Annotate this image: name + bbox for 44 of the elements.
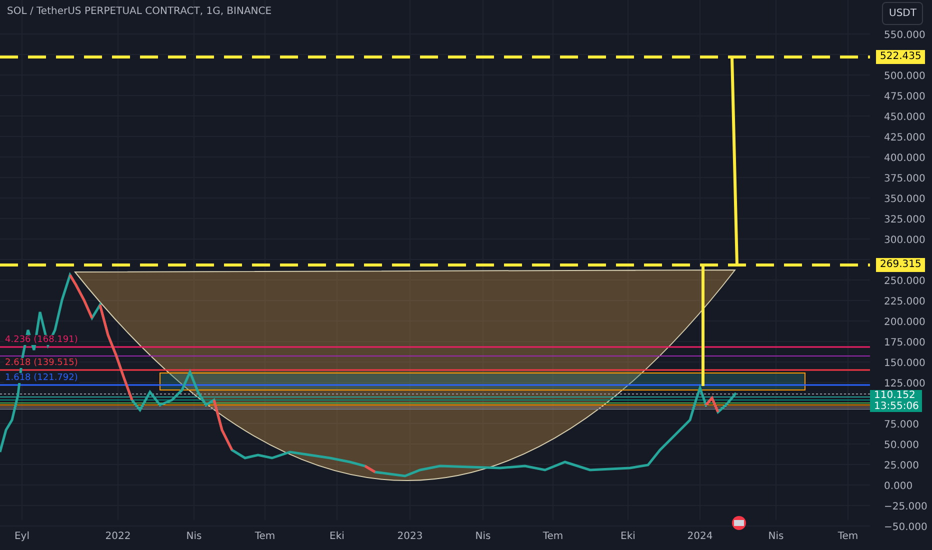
price-tick-label: 250.000 <box>884 276 926 287</box>
currency-button[interactable]: USDT <box>882 2 924 25</box>
level-price-badge: 269.315 <box>876 258 926 272</box>
bar-countdown: 13:55:06 <box>874 401 918 412</box>
price-tick-label: 400.000 <box>884 153 926 164</box>
price-tick-label: 350.000 <box>884 194 926 205</box>
time-tick-label: Eki <box>620 531 636 542</box>
price-tick-label: 25.000 <box>884 460 919 472</box>
price-tick-label: 375.000 <box>884 174 926 184</box>
price-tick-label: 225.000 <box>884 296 926 308</box>
time-tick-label: 2023 <box>397 531 423 542</box>
time-tick-label: 2024 <box>687 531 713 542</box>
price-tick-label: 150.000 <box>884 358 926 369</box>
level-price-badge: 522.435 <box>876 50 926 64</box>
price-tick-label: 475.000 <box>884 92 926 102</box>
price-tick-label: 50.000 <box>884 440 919 451</box>
time-tick-label: Nis <box>475 531 491 542</box>
price-tick-label: 125.000 <box>884 378 926 390</box>
price-tick-label: 325.000 <box>884 214 926 226</box>
time-tick-label: Tem <box>254 531 276 542</box>
time-tick-label: 2022 <box>105 531 131 542</box>
chart-title: SOL / TetherUS PERPETUAL CONTRACT, 1G, BINANCE <box>7 5 272 19</box>
price-tick-label: 550.000 <box>884 30 926 41</box>
price-tick-label: 300.000 <box>884 235 926 246</box>
last-price: 110.152 <box>874 390 916 401</box>
price-tick-label: −50.000 <box>884 522 928 533</box>
price-tick-label: 0.000 <box>884 481 913 492</box>
time-tick-label: Tem <box>838 531 858 542</box>
price-tick-label: 500.000 <box>884 71 926 82</box>
fib-level-label: 1.618 (121.792) <box>4 373 79 383</box>
time-tick-label: Tem <box>542 531 564 542</box>
price-tick-label: 200.000 <box>884 317 926 328</box>
flag-event-icon <box>732 516 746 530</box>
price-tick-label: −25.000 <box>884 502 928 512</box>
time-tick-label: Nis <box>768 531 784 542</box>
price-tick-label: 425.000 <box>884 132 926 144</box>
time-tick-label: Eki <box>330 531 344 542</box>
price-tick-label: 75.000 <box>884 420 919 430</box>
time-tick-label: Eyl <box>14 531 30 542</box>
price-tick-label: 175.000 <box>884 338 926 348</box>
time-tick-label: Nis <box>186 531 202 542</box>
fib-level-label: 2.618 (139.515) <box>4 358 79 368</box>
fib-level-label: 4.236 (168.191) <box>4 335 79 345</box>
price-tick-label: 450.000 <box>884 112 926 123</box>
